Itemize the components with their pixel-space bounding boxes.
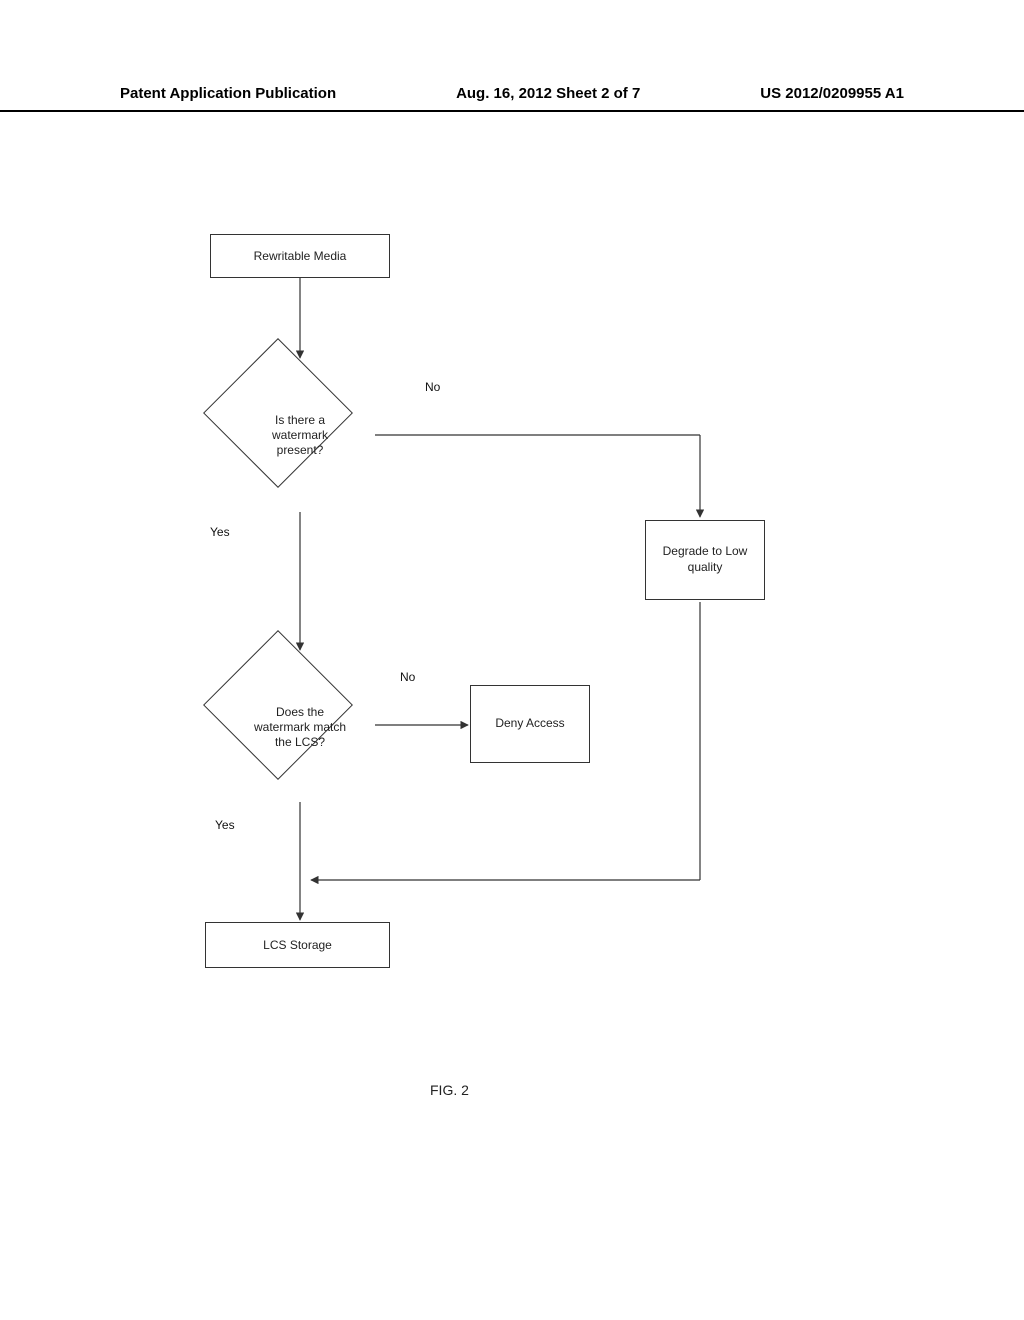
flowchart: Rewritable Media Is there a watermark pr…: [100, 200, 920, 1100]
node-label: Rewritable Media: [254, 249, 347, 263]
deny-label: Deny Access: [495, 716, 564, 732]
node-degrade: Degrade to Low quality: [645, 520, 765, 600]
degrade-label: Degrade to Low quality: [654, 544, 756, 575]
header-left: Patent Application Publication: [120, 85, 336, 102]
edge-label-d1-yes: Yes: [210, 525, 230, 539]
edge-label-d2-no: No: [400, 670, 415, 684]
edge-label-d2-yes: Yes: [215, 818, 235, 832]
page-header: Patent Application Publication Aug. 16, …: [0, 85, 1024, 112]
edge-label-d1-no: No: [425, 380, 440, 394]
node-rewritable-media: Rewritable Media: [210, 234, 390, 278]
header-center: Aug. 16, 2012 Sheet 2 of 7: [456, 85, 640, 102]
figure-caption: FIG. 2: [430, 1082, 469, 1098]
storage-label: LCS Storage: [263, 938, 332, 952]
header-right: US 2012/0209955 A1: [760, 85, 904, 102]
node-lcs-storage: LCS Storage: [205, 922, 390, 968]
node-deny-access: Deny Access: [470, 685, 590, 763]
